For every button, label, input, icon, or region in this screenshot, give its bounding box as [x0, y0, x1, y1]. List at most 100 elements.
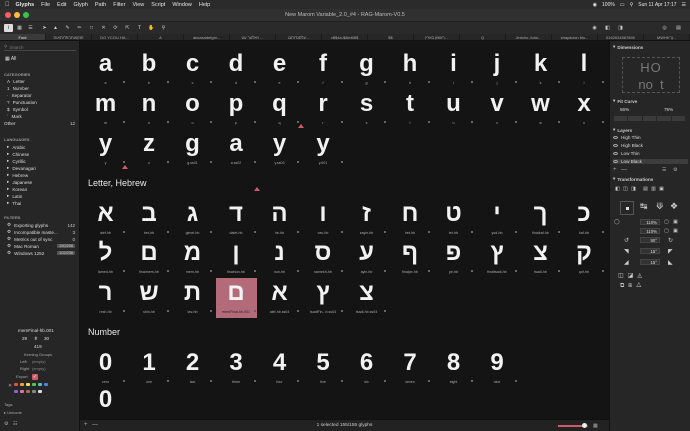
sidebar-item-devanagari[interactable]: ▸ Devanagari [7, 165, 75, 171]
glyph-cell[interactable]: nn [129, 89, 170, 129]
menu-app[interactable]: Glyphs [16, 2, 35, 8]
glyph-cell[interactable]: 0 [85, 385, 126, 419]
glyph-cell[interactable]: א alef-hb.ss04 [259, 278, 300, 318]
glyph-cell[interactable]: ש shin-hb [129, 278, 170, 318]
scale-lock-icon[interactable]: ◯ [614, 219, 620, 225]
left-group-field[interactable]: (empty) [32, 359, 46, 364]
align-left-icon[interactable]: ◧ [614, 186, 621, 192]
width-value[interactable]: 419 [34, 344, 42, 349]
palette-toggle-icon[interactable]: ▤ [674, 24, 683, 32]
label-color-swatch[interactable] [38, 390, 42, 393]
glyph-cell[interactable]: 2 two [172, 348, 213, 388]
glyph-cell[interactable]: ר resh-hb [85, 278, 126, 318]
slant-left-icon[interactable]: ◥ [624, 248, 629, 255]
glyph-cell[interactable]: ד dalet-hb [216, 199, 257, 239]
sidebar-item-number[interactable]: 1 Number [7, 86, 75, 91]
info-icon[interactable]: i [4, 24, 13, 32]
glyph-cell[interactable]: פ pe-hb [433, 238, 474, 278]
glyph-cell[interactable]: ה he-hb [259, 199, 300, 239]
lsb-value[interactable]: 29 [22, 336, 27, 341]
glyph-cell[interactable]: aa [85, 49, 126, 89]
glyph-cell[interactable]: g g.ss01 [172, 129, 213, 169]
glyph-cell[interactable]: ז zayin-hb [346, 199, 387, 239]
align-top-icon[interactable]: ▤ [642, 186, 649, 192]
label-color-swatch[interactable] [32, 390, 36, 393]
menu-help[interactable]: Help [199, 2, 210, 8]
glyph-cell[interactable]: gg [346, 49, 387, 89]
label-color-swatch[interactable] [32, 383, 37, 386]
tab-edit[interactable]: 0162634567890 [598, 34, 644, 40]
glyph-cell[interactable]: ף finalpe-hb [390, 238, 431, 278]
copy-path-icon[interactable]: ⧉ [620, 283, 624, 290]
battery-icon[interactable]: ▭ [620, 2, 625, 8]
glyph-cell[interactable]: uu [433, 89, 474, 129]
glyph-cell[interactable]: נ nun-hb [259, 238, 300, 278]
link-icon[interactable]: ❖ [670, 201, 678, 212]
scale-y-field[interactable]: 110% [640, 228, 660, 234]
glyph-cell[interactable]: ט tet-hb [433, 199, 474, 239]
glyph-cell[interactable]: tt [390, 89, 431, 129]
filter-item[interactable]: ⚙ Windows 1252 102/236 [7, 250, 75, 256]
eye-icon[interactable] [613, 144, 618, 147]
glyph-cell[interactable]: ee [259, 49, 300, 89]
glyph-cell[interactable]: 9 nine [477, 348, 518, 388]
sidebar-toggle-icon[interactable]: ◧ [603, 24, 612, 32]
sidebar-action-icon[interactable]: ⚙ [4, 421, 8, 427]
tab-edit[interactable]: MWHKןך... [644, 34, 690, 40]
glyph-cell[interactable]: ii [433, 49, 474, 89]
layer-item[interactable]: High Black [613, 143, 643, 148]
sidebar-add-icon[interactable]: ☷ [13, 421, 17, 427]
glyph-cell[interactable]: י yod-hb [477, 199, 518, 239]
wifi-icon[interactable]: ◉ [593, 2, 597, 8]
glyph-cell[interactable]: vv [477, 89, 518, 129]
glyph-cell[interactable]: א alef-hb [85, 199, 126, 239]
rotate-tool-icon[interactable]: ⟳ [111, 24, 120, 32]
layer-copy-icon[interactable]: ☰ [662, 167, 666, 173]
add-layer-icon[interactable]: + [613, 167, 617, 173]
glyph-cell[interactable]: ב bet-hb [129, 199, 170, 239]
sidebar-item-other[interactable]: Other 12 [4, 121, 75, 126]
mirror-vertical-icon[interactable]: ⟱ [656, 201, 664, 212]
glyph-name[interactable]: memFinal-hb.001 [18, 328, 54, 333]
scale-x-field[interactable]: 110% [640, 219, 660, 225]
fit-curve-button[interactable] [628, 116, 642, 121]
tab-edit[interactable]: Q [460, 34, 506, 40]
menu-path[interactable]: Path [95, 2, 106, 8]
label-color-swatch[interactable] [20, 383, 25, 386]
sidebar-item-all[interactable]: ▦ All [5, 56, 16, 62]
zoom-slider-knob[interactable] [582, 423, 587, 428]
fit-curve-button[interactable] [657, 116, 671, 121]
slant-field[interactable]: 15° [640, 248, 660, 254]
sidebar-item-arabic[interactable]: ▸ Arabic [7, 144, 75, 150]
glyph-cell[interactable]: dd [216, 49, 257, 89]
glyph-cell[interactable]: ו vav-hb [303, 199, 344, 239]
glyph-cell[interactable]: hh [390, 49, 431, 89]
label-color-swatch[interactable] [38, 383, 43, 386]
glyph-cell[interactable]: jj [477, 49, 518, 89]
sidebar-item-separator[interactable]: · Separator [7, 93, 75, 98]
hand-tool-icon[interactable]: ✋ [147, 24, 156, 32]
sidebar-item-hebrew[interactable]: ▸ Hebrew [7, 172, 75, 178]
glyph-cell[interactable]: ע ayin-hb [346, 238, 387, 278]
sidebar-item-thai[interactable]: ▸ Thai [7, 200, 75, 206]
eye-icon[interactable] [613, 136, 618, 139]
knife-tool-icon[interactable]: ✕ [99, 24, 108, 32]
eye-icon[interactable] [613, 152, 618, 155]
sidebar-item-chinese[interactable]: ▸ Chinese [7, 151, 75, 157]
tab-edit[interactable]: shaydcion blo... [552, 34, 598, 40]
glyph-cell[interactable]: 5 five [303, 348, 344, 388]
glyph-cell[interactable]: y y.ss03 [259, 129, 300, 169]
menu-file[interactable]: File [41, 2, 50, 8]
fit-curve-button[interactable] [614, 116, 628, 121]
menu-filter[interactable]: Filter [113, 2, 125, 8]
rotate-field[interactable]: 90° [640, 237, 660, 243]
glyph-cell[interactable]: ל lamed-hb [85, 238, 126, 278]
glyph-cell[interactable]: כ kaf-hb [564, 199, 605, 239]
label-color-swatch[interactable] [20, 390, 24, 393]
glyph-cell[interactable]: oo [172, 89, 213, 129]
clock[interactable]: Sun 11 Apr 17:17 [638, 2, 676, 8]
remove-layer-icon[interactable]: — [621, 167, 627, 173]
control-center-icon[interactable]: ☰ [682, 2, 686, 8]
glyph-cell[interactable]: mm [85, 89, 126, 129]
grid-view-icon[interactable]: ▦ [15, 24, 24, 32]
